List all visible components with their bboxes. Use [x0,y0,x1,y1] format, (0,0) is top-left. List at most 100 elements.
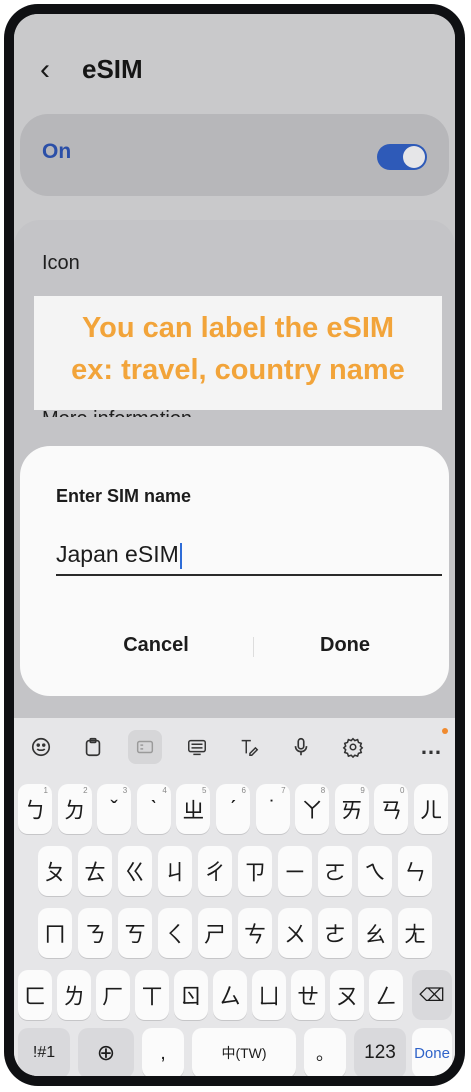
key-4[interactable]: ㄒ [135,970,169,1020]
key-5[interactable]: ㄔ [198,846,232,896]
key-label: ㄏ [101,984,124,1009]
key-label: ㄗ [243,860,266,885]
key-10[interactable]: ㄥ [369,970,403,1020]
clipboard-icon[interactable] [76,730,110,764]
key-8[interactable]: ㄜ [318,908,352,958]
banner-line-1: You can label the eSIM [81,312,395,344]
toggle-knob [403,146,425,168]
key-row-4: ㄈㄌㄏㄒㄖㄙㄩㄝㄡㄥ ⌫ [14,970,455,1030]
numbers-key[interactable]: 123 [354,1028,406,1076]
key-number-hint: 7 [281,786,286,795]
key-10[interactable]: ㄣ [398,846,432,896]
key-10[interactable]: ㄢ0 [374,784,409,834]
key-number-hint: 6 [241,786,246,795]
key-2[interactable]: ㄊ [78,846,112,896]
key-row-1: ㄅ 1 ㄉ 2 ˇ 3 ˋ 4 ㄓ 5 ˊ 6 ˙ 7 ㄚ 8 ㄞ 9 ㄢ 0 ㄦ [14,784,455,844]
key-3[interactable]: ㄎ [118,908,152,958]
header: ‹ eSIM [14,14,455,114]
key-3[interactable]: ˇ3 [97,784,132,834]
key-6[interactable]: ㄗ [238,846,272,896]
banner-line-2: ex: travel, country name [71,354,405,386]
key-9[interactable]: ㄡ [330,970,364,1020]
key-7[interactable]: ㄩ [252,970,286,1020]
key-2[interactable]: ㄋ [78,908,112,958]
key-label: ㄈ [23,984,46,1009]
key-2[interactable]: ㄉ2 [57,784,92,834]
notification-dot [442,728,448,734]
key-4[interactable]: ㄑ [158,908,192,958]
keyboard-done-key[interactable]: Done [412,1028,452,1076]
key-7[interactable]: ㄧ [278,846,312,896]
symbols-key[interactable]: !#1 [18,1028,70,1076]
key-2[interactable]: ㄌ [57,970,91,1020]
sim-name-input[interactable]: Japan eSIM [56,534,442,576]
key-number-hint: 9 [360,786,365,795]
key-9[interactable]: ㄟ [358,846,392,896]
comma-key[interactable]: , [142,1028,184,1076]
key-label: ㄖ [179,984,202,1009]
key-8[interactable]: ㄛ [318,846,352,896]
key-label: ㄊ [83,860,106,885]
key-label: ㄋ [83,922,106,947]
key-label: ㄑ [163,922,186,947]
esim-toggle[interactable] [377,144,427,170]
key-label: ㄨ [283,922,306,947]
key-label: ㄆ [43,860,66,885]
period-key[interactable]: 。 [304,1028,346,1076]
key-label: ㄓ [182,798,205,823]
esim-toggle-row[interactable]: On [20,114,449,196]
microphone-icon[interactable] [284,730,318,764]
done-button[interactable]: Done [245,634,445,657]
globe-icon[interactable]: ⊕ [78,1028,134,1076]
key-4[interactable]: ㄐ [158,846,192,896]
key-label: ㄐ [163,860,186,885]
keyboard: … ㄅ 1 ㄉ 2 ˇ 3 ˋ 4 ㄓ 5 ˊ 6 ˙ 7 ㄚ 8 ㄞ 9 ㄢ 0 ㄦ ㄆㄊㄍㄐㄔㄗㄧㄛㄟㄣ ㄇㄋㄎㄑㄕ… [14,718,455,1076]
key-7[interactable]: ˙ 7 [255,784,290,834]
key-label: ㄔ [203,860,226,885]
key-9[interactable]: ㄠ [358,908,392,958]
backspace-icon[interactable]: ⌫ [412,970,452,1020]
key-9[interactable]: ㄞ9 [334,784,369,834]
keyboard-icon[interactable] [180,730,214,764]
key-label: ˙ [268,796,277,821]
key-label: ㄥ [374,984,397,1009]
key-7[interactable]: ㄨ [278,908,312,958]
key-1[interactable]: ㄅ1 [18,784,52,834]
key-5[interactable]: ㄓ5 [176,784,211,834]
one-handed-icon[interactable] [128,730,162,764]
key-10[interactable]: ㄤ [398,908,432,958]
key-label: ㄚ [301,798,324,823]
more-icon[interactable]: … [414,728,448,764]
space-key[interactable]: 中(TW) [192,1028,296,1076]
key-11[interactable]: ㄦ [414,784,448,834]
screen: ‹ eSIM On Icon More information You can … [14,14,455,1076]
key-4[interactable]: ˋ4 [136,784,171,834]
key-8[interactable]: ㄝ [291,970,325,1020]
key-label: ㄡ [335,984,358,1009]
cancel-button[interactable]: Cancel [56,634,256,657]
key-8[interactable]: ㄚ8 [295,784,330,834]
key-1[interactable]: ㄈ [18,970,52,1020]
key-label: ㄅ [23,798,46,823]
emoji-icon[interactable] [24,730,58,764]
key-label: ㄧ [283,860,306,885]
key-1[interactable]: ㄇ [38,908,72,958]
key-5[interactable]: ㄕ [198,908,232,958]
back-icon[interactable]: ‹ [40,50,80,90]
key-label: ㄩ [257,984,280,1009]
key-6[interactable]: ㄘ [238,908,272,958]
key-1[interactable]: ㄆ [38,846,72,896]
key-number-hint: 1 [43,786,48,795]
key-5[interactable]: ㄖ [174,970,208,1020]
key-label: ㄠ [363,922,386,947]
settings-icon[interactable] [336,730,370,764]
handwriting-icon[interactable] [232,730,266,764]
key-6[interactable]: ˊ6 [216,784,250,834]
key-label: ˋ [150,796,158,821]
key-label: ㄌ [62,984,85,1009]
icon-setting-label[interactable]: Icon [42,252,80,275]
key-3[interactable]: ㄍ [118,846,152,896]
key-label: ㄕ [203,922,226,947]
key-3[interactable]: ㄏ [96,970,130,1020]
key-6[interactable]: ㄙ [213,970,247,1020]
